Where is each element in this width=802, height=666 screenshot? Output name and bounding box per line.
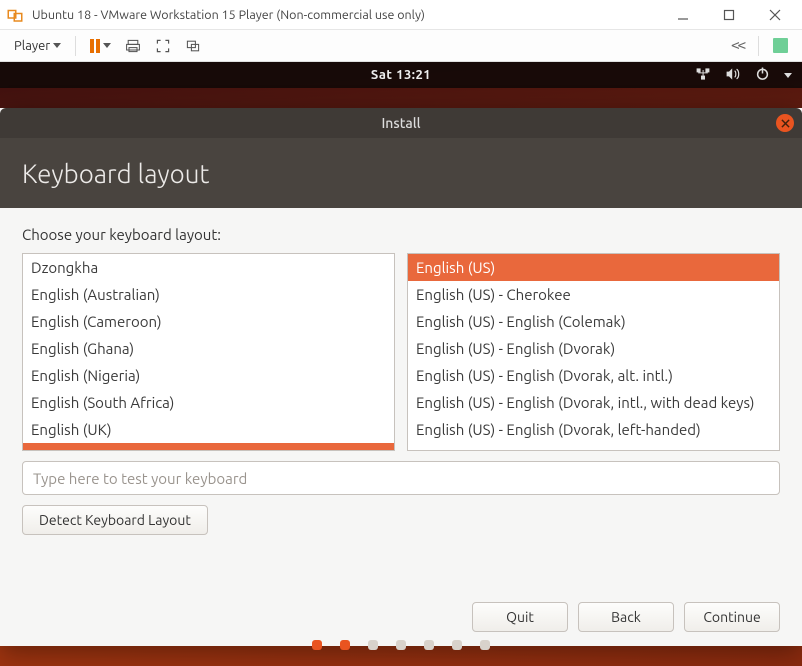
layout-country-list[interactable]: DzongkhaEnglish (Australian)English (Cam… — [22, 253, 395, 451]
list-item[interactable]: English (US) - English (Dvorak, intl., w… — [408, 389, 779, 416]
chevron-down-icon — [53, 43, 61, 48]
minimize-button[interactable] — [662, 1, 704, 29]
pager-dot[interactable] — [368, 640, 378, 650]
pager-dot[interactable] — [452, 640, 462, 650]
list-item[interactable]: English (US) - English (Dvorak, left-han… — [408, 416, 779, 443]
list-item[interactable]: English (South Africa) — [23, 389, 394, 416]
messages-button[interactable] — [769, 36, 792, 55]
installer-window-title: Install — [381, 115, 420, 131]
quit-button[interactable]: Quit — [472, 602, 568, 632]
fullscreen-icon — [155, 38, 171, 54]
printer-icon — [125, 38, 141, 54]
close-icon — [781, 119, 790, 128]
keyboard-prompt: Choose your keyboard layout: — [22, 226, 780, 243]
installer-window: Install Keyboard layout Choose your keyb… — [0, 108, 802, 646]
cycle-icon: << — [731, 38, 744, 54]
fullscreen-button[interactable] — [151, 36, 175, 56]
list-item[interactable]: English (Nigeria) — [23, 362, 394, 389]
back-button[interactable]: Back — [578, 602, 674, 632]
pause-icon — [90, 39, 100, 53]
continue-button[interactable]: Continue — [684, 602, 780, 632]
toolbar-separator — [75, 36, 76, 56]
close-button[interactable] — [754, 1, 796, 29]
unity-icon — [185, 38, 201, 54]
toolbar-separator — [758, 36, 759, 56]
player-menu-button[interactable]: Player — [10, 37, 65, 55]
vmware-logo-icon — [6, 6, 24, 24]
installer-heading-text: Keyboard layout — [22, 159, 209, 188]
player-menu-label: Player — [14, 39, 50, 53]
ubuntu-guest-screen: Sat 13:21 Install Keyboard layout Choose… — [0, 62, 802, 666]
pause-vm-button[interactable] — [86, 37, 115, 55]
list-item[interactable]: English (US) - English (Colemak) — [408, 308, 779, 335]
pager-dot[interactable] — [480, 640, 490, 650]
installer-heading: Keyboard layout — [0, 138, 802, 208]
list-item[interactable]: English (US) - English (Dvorak, alt. int… — [408, 362, 779, 389]
list-item[interactable]: English (Ghana) — [23, 335, 394, 362]
layout-variant-list[interactable]: English (US)English (US) - CherokeeEngli… — [407, 253, 780, 451]
detect-layout-button[interactable]: Detect Keyboard Layout — [22, 505, 208, 535]
list-item[interactable]: English (UK) — [23, 416, 394, 443]
list-item[interactable]: English (US) - English (Dvorak, right-ha… — [408, 443, 779, 450]
maximize-button[interactable] — [708, 1, 750, 29]
list-item[interactable]: English (US) - Cherokee — [408, 281, 779, 308]
pager-dot[interactable] — [396, 640, 406, 650]
pager-dot[interactable] — [312, 640, 322, 650]
vmware-window-controls — [662, 1, 796, 29]
list-item[interactable]: English (US) — [408, 254, 779, 281]
list-item[interactable]: English (US) — [23, 443, 394, 450]
list-item[interactable]: English (Australian) — [23, 281, 394, 308]
installer-close-button[interactable] — [776, 114, 794, 132]
step-pager — [0, 640, 802, 650]
send-ctrl-alt-del-button[interactable] — [121, 36, 145, 56]
list-item[interactable]: Dzongkha — [23, 254, 394, 281]
power-icon[interactable] — [755, 66, 770, 84]
volume-icon[interactable] — [725, 67, 741, 84]
network-icon[interactable] — [695, 67, 711, 84]
vmware-titlebar: Ubuntu 18 - VMware Workstation 15 Player… — [0, 0, 802, 30]
vmware-window-title: Ubuntu 18 - VMware Workstation 15 Player… — [32, 8, 662, 22]
ubuntu-top-bar: Sat 13:21 — [0, 62, 802, 88]
list-item[interactable]: English (Cameroon) — [23, 308, 394, 335]
clock-label: Sat 13:21 — [371, 68, 431, 82]
unity-mode-button[interactable] — [181, 36, 205, 56]
keyboard-test-input[interactable] — [22, 461, 780, 495]
installer-titlebar: Install — [0, 108, 802, 138]
list-item[interactable]: English (US) - English (Dvorak) — [408, 335, 779, 362]
note-icon — [773, 38, 788, 53]
vmware-toolbar: Player << — [0, 30, 802, 62]
pager-dot[interactable] — [424, 640, 434, 650]
pager-dot[interactable] — [340, 640, 350, 650]
chevron-down-icon[interactable] — [784, 73, 792, 78]
cycle-devices-button[interactable]: << — [727, 36, 748, 56]
chevron-down-icon — [103, 43, 111, 48]
